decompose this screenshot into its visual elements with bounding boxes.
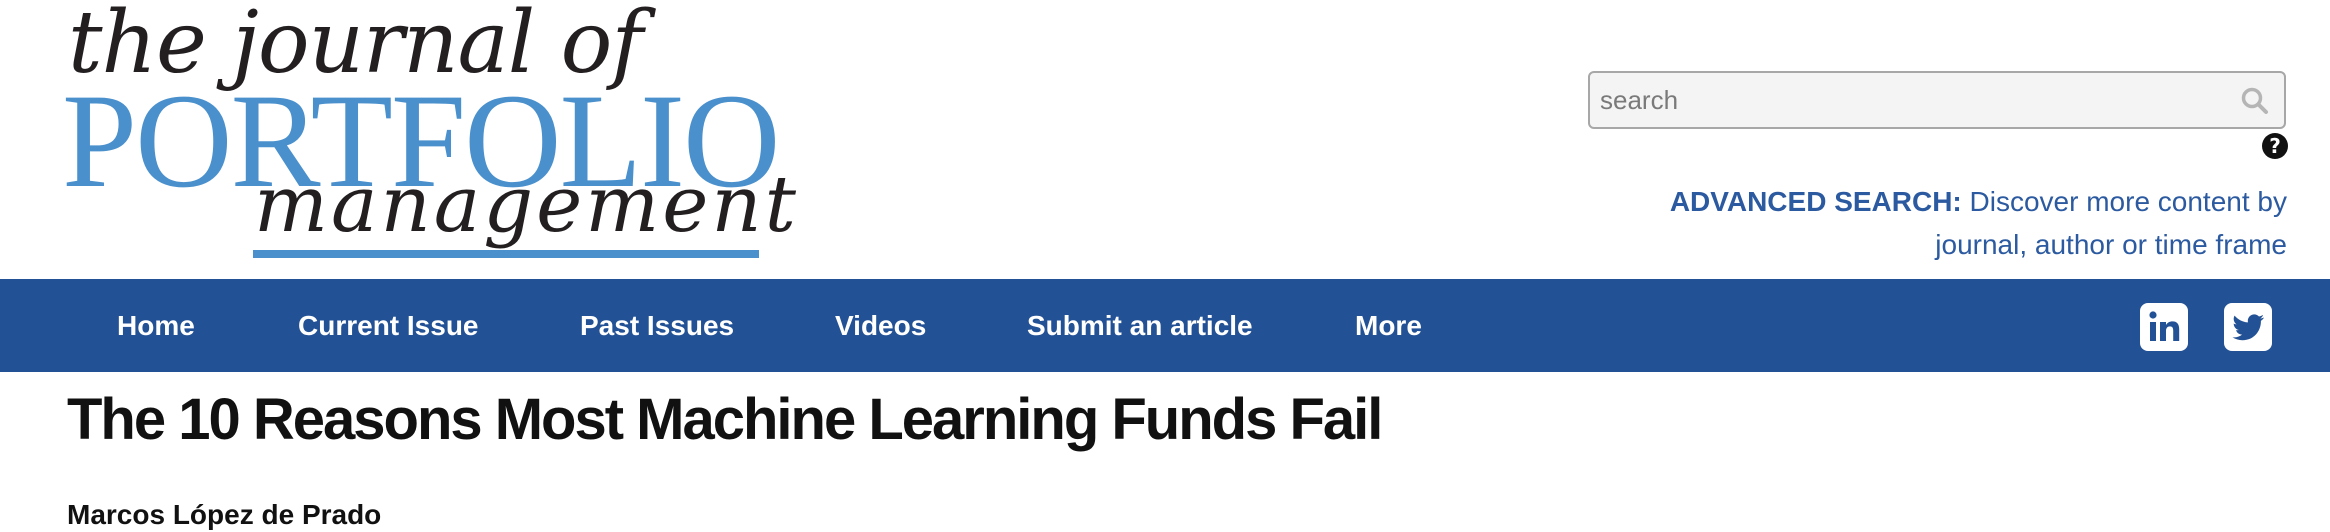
logo-text-management: management [254, 160, 799, 250]
linkedin-icon[interactable] [2140, 303, 2188, 351]
nav-item-videos[interactable]: Videos [835, 279, 926, 372]
site-header: the journal of PORTFOLIO management ? AD… [0, 0, 2330, 279]
nav-item-submit-article[interactable]: Submit an article [1027, 279, 1253, 372]
main-nav: Home Current Issue Past Issues Videos Su… [0, 279, 2330, 372]
advanced-search-description: Discover more content by journal, author… [1935, 186, 2287, 260]
article-title: The 10 Reasons Most Machine Learning Fun… [67, 387, 1383, 452]
advanced-search-label: ADVANCED SEARCH: [1669, 186, 1962, 217]
article-author[interactable]: Marcos López de Prado [67, 499, 381, 531]
search-box [1588, 71, 2286, 129]
nav-item-past-issues[interactable]: Past Issues [580, 279, 734, 372]
twitter-icon[interactable] [2224, 303, 2272, 351]
nav-item-home[interactable]: Home [117, 279, 195, 372]
nav-item-current-issue[interactable]: Current Issue [298, 279, 479, 372]
logo-underline [253, 250, 759, 258]
search-input[interactable] [1590, 73, 2230, 127]
question-circle-icon[interactable]: ? [2262, 133, 2288, 159]
journal-logo[interactable]: the journal of PORTFOLIO management [62, 0, 796, 272]
advanced-search-link[interactable]: ADVANCED SEARCH: Discover more content b… [1647, 180, 2287, 266]
nav-item-more[interactable]: More [1355, 279, 1422, 372]
search-icon[interactable] [2240, 86, 2270, 116]
